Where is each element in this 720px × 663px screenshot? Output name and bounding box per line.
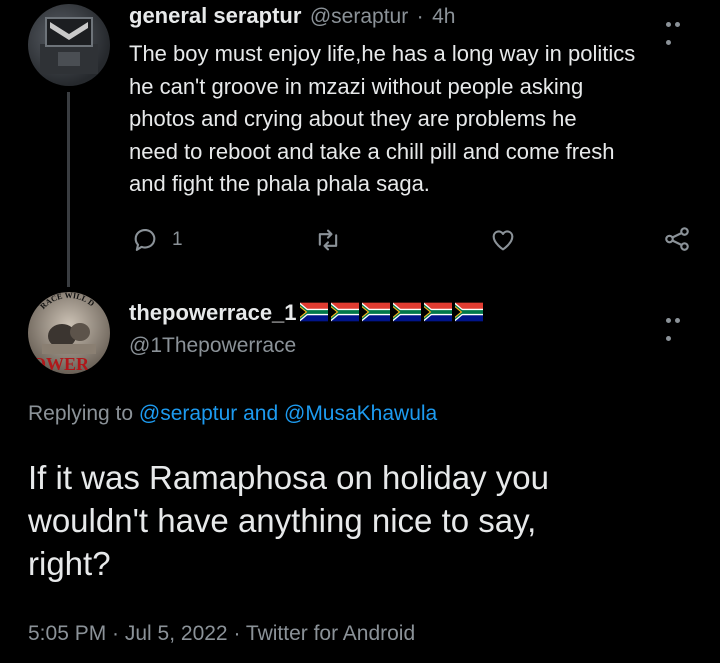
tweet-text-line: photos and crying about they are problem…: [129, 106, 577, 131]
retweet-icon[interactable]: [313, 226, 343, 254]
reply-count: 1: [172, 229, 183, 250]
more-icon[interactable]: [666, 14, 692, 45]
tweet-header: general seraptur @seraptur · 4h: [129, 3, 455, 29]
tweet-text: The boy must enjoy life,he has a long wa…: [129, 38, 635, 201]
display-name[interactable]: thepowerrace_1: [129, 300, 297, 325]
replying-prefix: Replying to: [28, 402, 134, 425]
tweet-text-line: wouldn't have anything nice to say,: [28, 502, 537, 539]
flag-group: [297, 302, 483, 324]
avatar-caption: RACE WILL D: [38, 292, 96, 311]
reply-icon[interactable]: [131, 226, 159, 254]
tweet-text: If it was Ramaphosa on holiday you would…: [28, 456, 549, 585]
sa-flag-icon: [297, 302, 328, 324]
replying-and[interactable]: and: [243, 402, 278, 425]
display-name[interactable]: general seraptur: [129, 3, 301, 28]
svg-text:RACE WILL D: RACE WILL D: [38, 292, 96, 311]
separator: ·: [416, 5, 424, 28]
replying-to: Replying to @seraptur and @MusaKhawula: [28, 402, 437, 426]
handle[interactable]: @seraptur: [310, 5, 408, 28]
sa-flag-icon: [359, 302, 390, 324]
avatar[interactable]: RACE WILL D OWER: [28, 292, 110, 374]
sa-flag-icon: [328, 302, 359, 324]
tweet-header: thepowerrace_1: [129, 300, 483, 326]
like-icon[interactable]: [488, 226, 518, 254]
tweet-text-line: right?: [28, 545, 111, 582]
tweet-text-line: he can't groove in mzazi without people …: [129, 73, 584, 99]
tweet-text-line: and fight the phala phala saga.: [129, 171, 430, 196]
sa-flag-icon: [390, 302, 421, 324]
avatar[interactable]: [28, 4, 110, 86]
tweet-text-line: The boy must enjoy life,he has a long wa…: [129, 41, 636, 66]
mention-link[interactable]: @seraptur: [139, 402, 237, 425]
tweet-timestamp[interactable]: 5:05 PM · Jul 5, 2022 · Twitter for Andr…: [28, 622, 415, 646]
mention-link[interactable]: @MusaKhawula: [284, 402, 437, 425]
share-icon[interactable]: [662, 224, 692, 254]
sa-flag-icon: [452, 302, 483, 324]
tweet-text-line: If it was Ramaphosa on holiday you: [28, 459, 549, 496]
more-icon[interactable]: [666, 310, 692, 341]
thread-line: [67, 92, 70, 287]
handle[interactable]: @1Thepowerrace: [129, 334, 296, 358]
tweet-text-line: need to reboot and take a chill pill and…: [129, 138, 615, 164]
sa-flag-icon: [421, 302, 452, 324]
avatar-caption: OWER: [32, 354, 90, 374]
timestamp[interactable]: 4h: [432, 5, 455, 28]
